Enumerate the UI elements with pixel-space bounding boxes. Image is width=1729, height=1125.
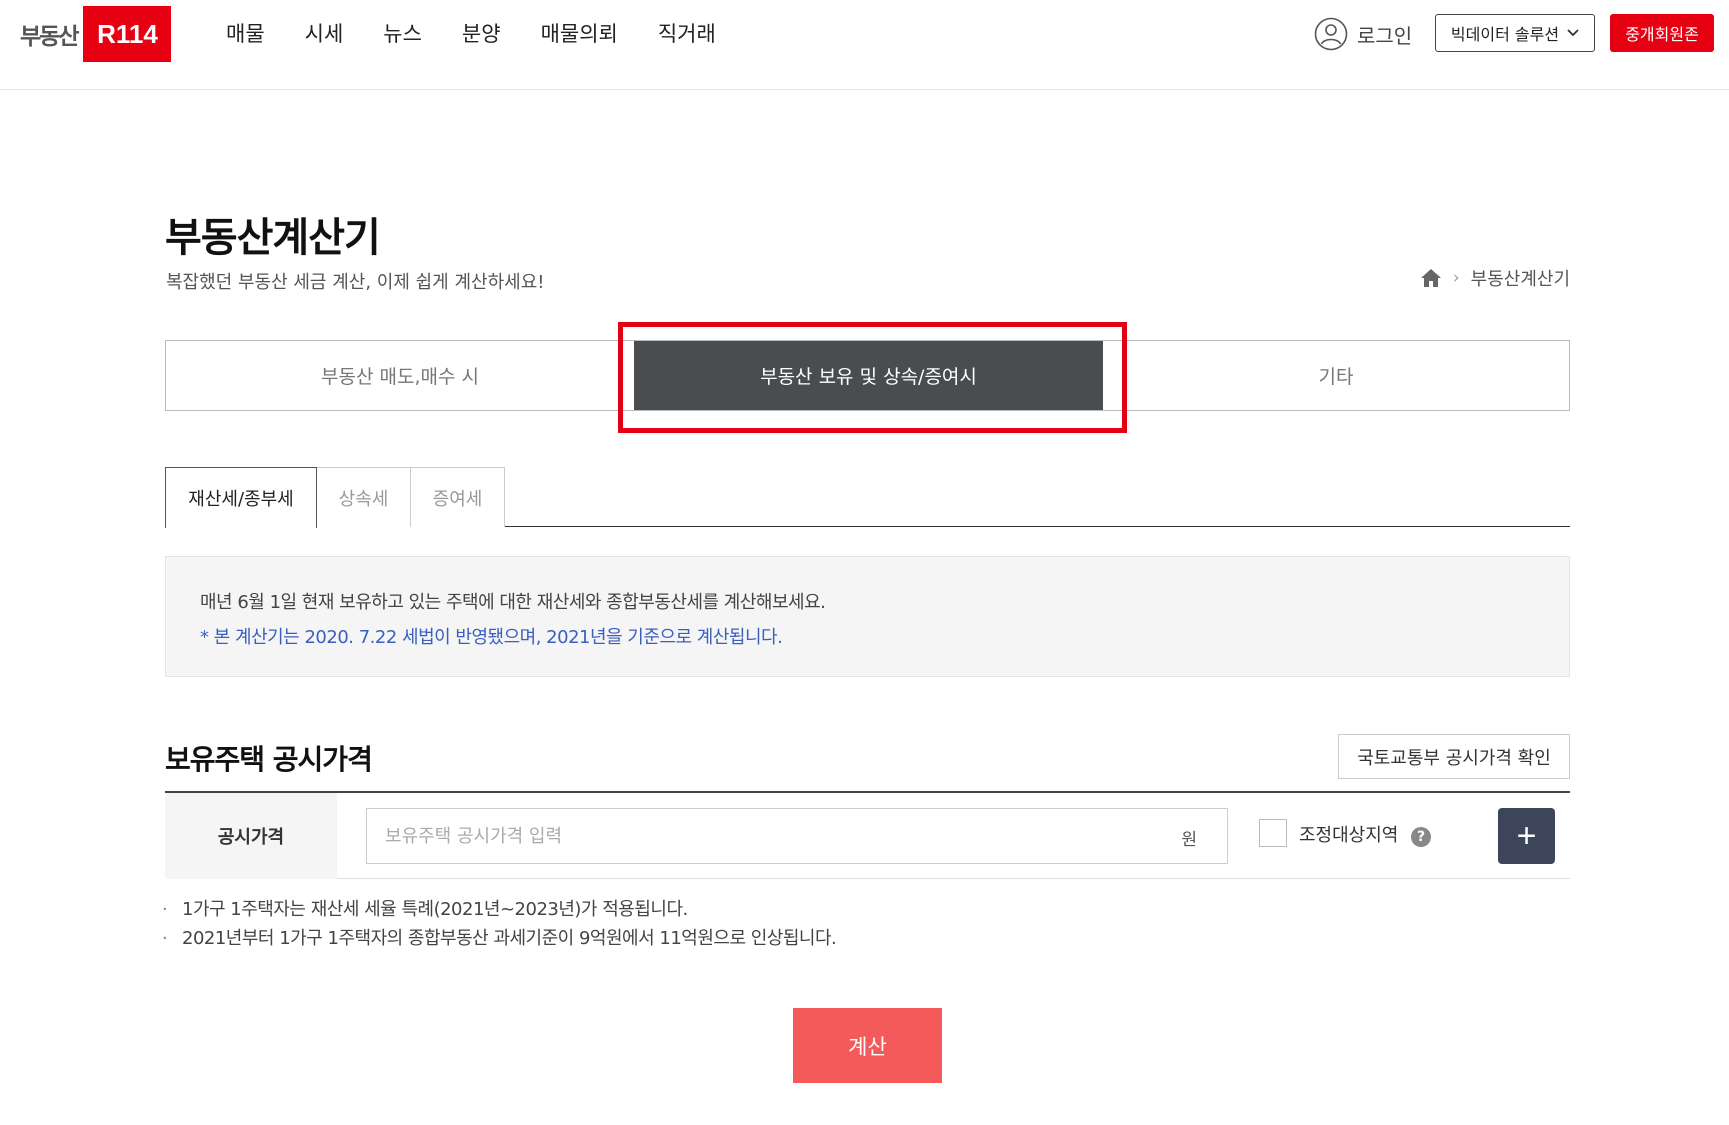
info-description: 매년 6월 1일 현재 보유하고 있는 주택에 대한 재산세와 종합부동산세를 … <box>200 592 826 613</box>
list-item: · 2021년부터 1가구 1주택자의 종합부동산 과세기준이 9억원에서 11… <box>162 924 837 953</box>
help-icon[interactable]: ? <box>1411 827 1431 847</box>
tab-holding-inheritance-gift[interactable]: 부동산 보유 및 상속/증여시 <box>634 341 1103 410</box>
nav-item-prices[interactable]: 시세 <box>305 18 344 48</box>
adjustment-area-checkbox[interactable] <box>1259 819 1287 847</box>
bullet: · <box>162 928 168 949</box>
note-text: 1가구 1주택자는 재산세 세율 특례(2021년~2023년)가 적용됩니다. <box>182 899 688 920</box>
tab-sale-purchase[interactable]: 부동산 매도,매수 시 <box>166 341 634 410</box>
login-label: 로그인 <box>1357 23 1413 48</box>
info-box: 매년 6월 1일 현재 보유하고 있는 주택에 대한 재산세와 종합부동산세를 … <box>165 556 1570 677</box>
tab-gift-tax[interactable]: 증여세 <box>410 467 505 527</box>
official-price-label: 공시가격 <box>165 793 337 879</box>
official-price-field: 원 <box>366 808 1228 864</box>
tab-property-tax[interactable]: 재산세/종부세 <box>165 467 317 528</box>
bigdata-label: 빅데이터 솔루션 <box>1450 25 1560 44</box>
note-text: 2021년부터 1가구 1주택자의 종합부동산 과세기준이 9억원에서 11억원… <box>182 928 837 949</box>
login-button[interactable]: 로그인 <box>1314 17 1412 51</box>
bigdata-solution-dropdown[interactable]: 빅데이터 솔루션 <box>1435 14 1595 52</box>
adjustment-area-label: 조정대상지역 <box>1299 825 1399 846</box>
calculator-category-tabs: 부동산 매도,매수 시 부동산 보유 및 상속/증여시 기타 <box>165 340 1570 411</box>
add-house-button[interactable]: + <box>1498 808 1555 864</box>
nav-item-news[interactable]: 뉴스 <box>383 18 422 48</box>
r114-logo[interactable]: 부동산 R114 <box>20 6 172 62</box>
chevron-right-icon: › <box>1452 268 1460 288</box>
logo-box: R114 <box>83 6 172 62</box>
header: 부동산 R114 매물 시세 뉴스 분양 매물의뢰 직거래 로그인 빅데이터 솔… <box>0 0 1729 90</box>
calculate-button[interactable]: 계산 <box>793 1008 942 1083</box>
nav-item-presale[interactable]: 분양 <box>462 18 501 48</box>
main-nav: 매물 시세 뉴스 분양 매물의뢰 직거래 <box>226 18 716 48</box>
home-icon[interactable] <box>1420 268 1442 288</box>
currency-unit: 원 <box>1181 830 1197 850</box>
breadcrumb-current: 부동산계산기 <box>1470 269 1570 290</box>
molit-price-check-button[interactable]: 국토교통부 공시가격 확인 <box>1338 734 1570 779</box>
official-price-row: 공시가격 원 조정대상지역 ? + <box>165 791 1570 879</box>
page-title: 부동산계산기 <box>165 215 381 261</box>
agent-member-zone-button[interactable]: 중개회원존 <box>1610 14 1714 52</box>
tab-inheritance-tax[interactable]: 상속세 <box>316 467 411 527</box>
list-item: · 1가구 1주택자는 재산세 세율 특례(2021년~2023년)가 적용됩니… <box>162 895 836 924</box>
nav-item-listings[interactable]: 매물 <box>226 18 265 48</box>
bullet: · <box>162 899 168 920</box>
logo-text: 부동산 <box>20 24 80 50</box>
section-title: 보유주택 공시가격 <box>165 743 373 776</box>
official-price-input[interactable] <box>367 809 1157 863</box>
page-subtitle: 복잡했던 부동산 세금 계산, 이제 쉽게 계산하세요! <box>166 272 545 293</box>
user-icon <box>1314 17 1348 51</box>
tab-other[interactable]: 기타 <box>1103 341 1569 410</box>
chevron-down-icon <box>1567 29 1579 37</box>
notes-list: · 1가구 1주택자는 재산세 세율 특례(2021년~2023년)가 적용됩니… <box>162 895 837 953</box>
nav-item-direct-deal[interactable]: 직거래 <box>658 18 716 48</box>
nav-item-listing-request[interactable]: 매물의뢰 <box>541 18 618 48</box>
tax-type-tabs: 재산세/종부세 상속세 증여세 <box>165 467 1570 528</box>
info-notice: * 본 계산기는 2020. 7.22 세법이 반영됐으며, 2021년을 기준… <box>200 627 783 648</box>
breadcrumb: › 부동산계산기 <box>1420 265 1570 291</box>
